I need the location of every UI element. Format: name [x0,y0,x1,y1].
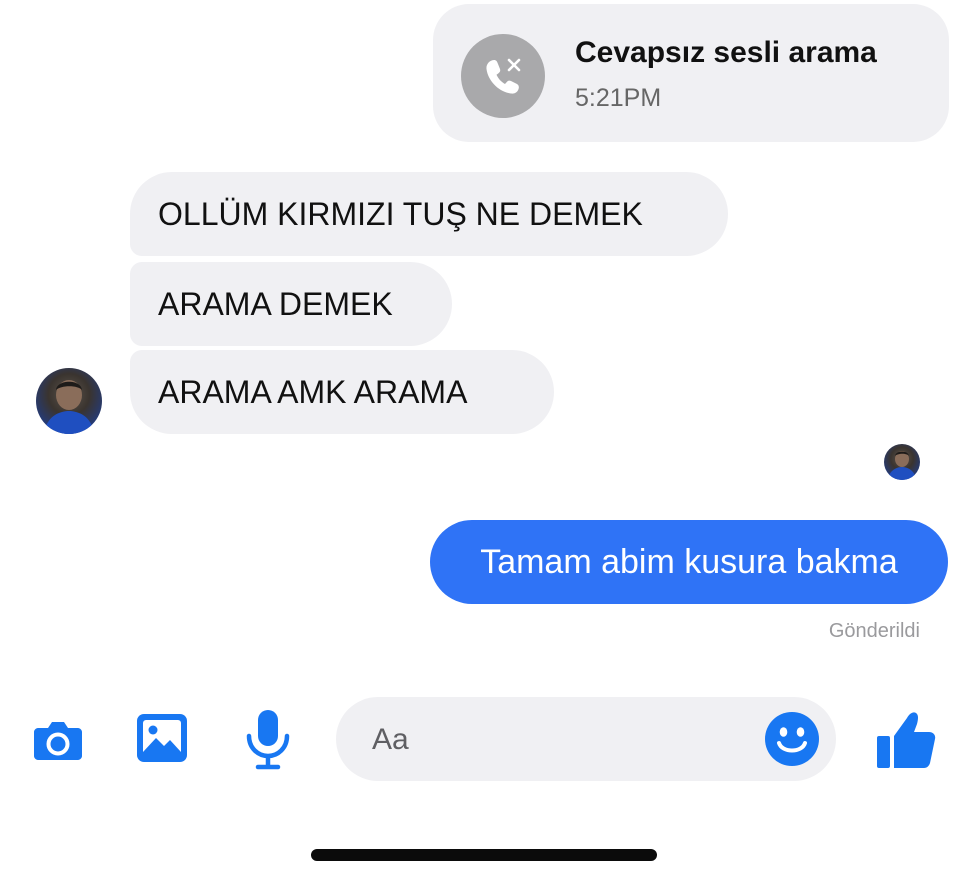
image-icon [137,714,187,762]
incoming-message-2[interactable]: ARAMA DEMEK [130,262,452,346]
camera-button[interactable] [30,712,86,768]
missed-call-time: 5:21PM [575,84,662,112]
thumbs-up-icon [877,712,936,768]
microphone-icon [246,710,290,770]
home-indicator[interactable] [311,849,657,861]
microphone-button[interactable] [240,708,296,770]
outgoing-message[interactable]: Tamam abim kusura bakma [430,520,948,604]
incoming-message-3[interactable]: ARAMA AMK ARAMA [130,350,554,434]
emoji-button[interactable] [764,711,820,767]
missed-call-title: Cevapsız sesli arama [575,36,877,69]
missed-call-card[interactable]: Cevapsız sesli arama 5:21PM [433,4,949,142]
seen-avatar [884,444,920,480]
message-composer[interactable] [336,697,836,781]
contact-avatar[interactable] [36,368,102,434]
incoming-message-1[interactable]: OLLÜM KIRMIZI TUŞ NE DEMEK [130,172,728,256]
sent-status: Gönderildi [828,620,920,642]
camera-icon [34,722,82,760]
like-button[interactable] [874,708,938,772]
message-input[interactable] [370,717,734,763]
missed-call-icon [461,34,545,118]
emoji-icon [765,712,819,766]
image-button[interactable] [134,710,190,766]
